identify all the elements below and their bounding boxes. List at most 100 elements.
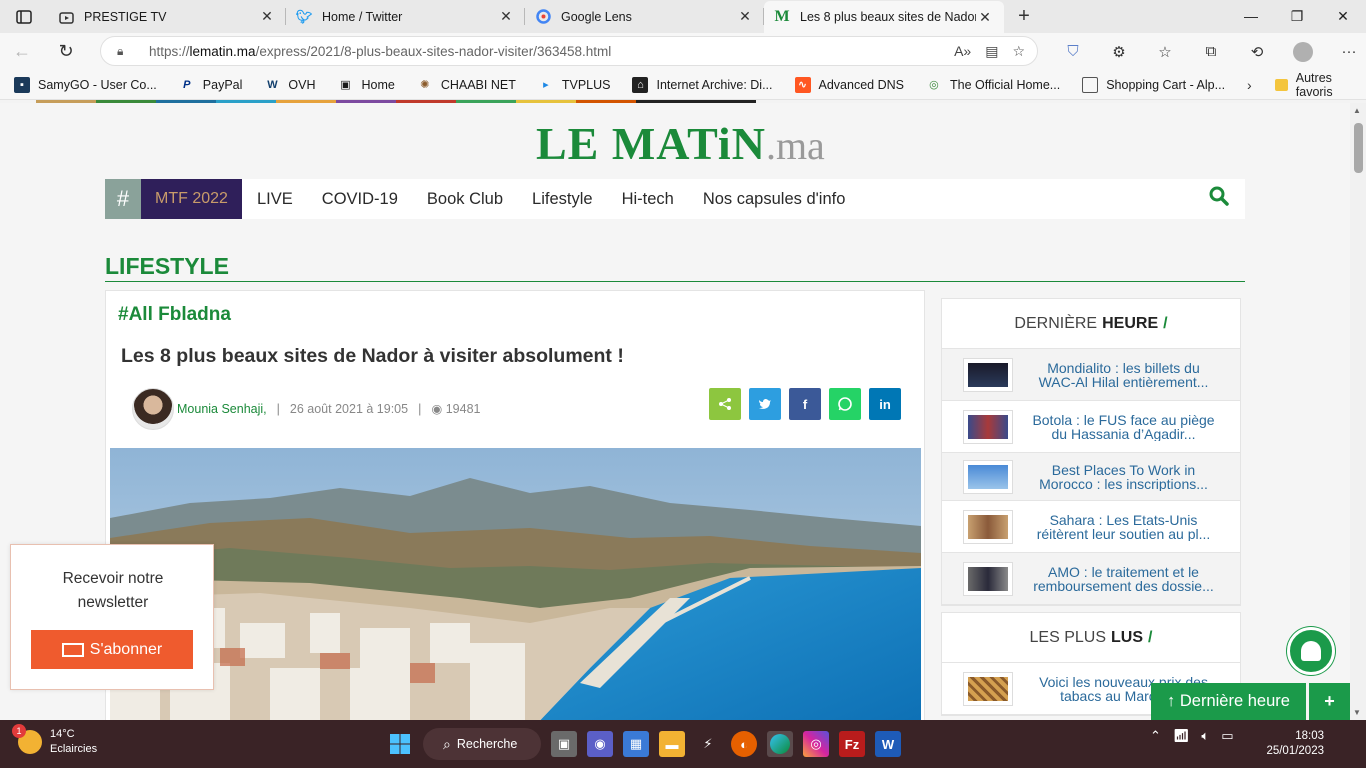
battery-icon[interactable]: ▭ xyxy=(1221,728,1233,744)
other-favorites-folder[interactable]: Autres favoris xyxy=(1275,71,1356,99)
shield-icon[interactable]: ⛉ xyxy=(1050,43,1096,60)
more-menu-icon[interactable]: ··· xyxy=(1326,43,1366,60)
notification-bell-icon[interactable] xyxy=(1287,627,1335,675)
bookmark-home[interactable]: ▣ Home xyxy=(337,77,395,93)
start-icon[interactable] xyxy=(387,731,413,757)
close-tab-icon[interactable]: ✕ xyxy=(258,8,276,25)
bookmark-official-home[interactable]: ◎ The Official Home... xyxy=(926,77,1060,93)
address-bar[interactable]: 🔒︎ https://lematin.ma/express/2021/8-plu… xyxy=(100,36,1038,66)
profile-avatar[interactable] xyxy=(1293,41,1313,62)
nav-item-hi-tech[interactable]: Hi-tech xyxy=(622,190,674,209)
wifi-icon[interactable]: 📶︎ xyxy=(1173,728,1190,744)
author-avatar[interactable] xyxy=(132,388,174,430)
news-item[interactable]: AMO : le traitement et le remboursement d… xyxy=(942,553,1240,605)
bookmark-ovh[interactable]: W OVH xyxy=(264,77,315,93)
bookmark-chaabi-net[interactable]: ✺ CHAABI NET xyxy=(417,77,516,93)
nav-item-covid-19[interactable]: COVID-19 xyxy=(322,190,398,209)
favorites-icon[interactable]: ☆ xyxy=(1142,43,1188,61)
latest-news-button[interactable]: ↑ Dernière heure xyxy=(1151,683,1306,720)
back-button[interactable]: ← xyxy=(0,41,44,62)
latest-news-header: DERNIÈRE HEURE / xyxy=(942,299,1240,349)
folder-icon xyxy=(1275,78,1288,91)
tvplus-icon: ▸ xyxy=(543,79,549,91)
bookmark-advanced-dns[interactable]: ∿ Advanced DNS xyxy=(794,76,904,93)
linkedin-share-icon[interactable]: in xyxy=(869,388,901,420)
bookmark-tvplus[interactable]: ▸ TVPLUS xyxy=(538,77,610,93)
close-tab-icon[interactable]: ✕ xyxy=(736,8,754,25)
history-icon[interactable]: ⟲ xyxy=(1234,43,1280,61)
news-title[interactable]: Sahara : Les Etats-Unis réitèrent leur so… xyxy=(1013,513,1240,541)
extensions-icon[interactable]: ⚙ xyxy=(1096,43,1142,61)
author-name[interactable]: Mounia Senhaji, xyxy=(177,402,267,416)
immersive-reader-icon[interactable]: ▤ xyxy=(985,43,998,60)
nav-item-live[interactable]: LIVE xyxy=(257,190,293,209)
file-explorer-icon[interactable]: ▬ xyxy=(659,731,685,757)
expand-plus-button[interactable]: + xyxy=(1309,683,1350,720)
minimize-icon[interactable]: — xyxy=(1228,8,1274,25)
news-title[interactable]: Best Places To Work in Morocco : les insc… xyxy=(1013,463,1240,491)
collections-icon[interactable]: ⧉ xyxy=(1188,43,1234,60)
nav-item-mtf-2022[interactable]: MTF 2022 xyxy=(141,179,242,219)
nav-item-capsules[interactable]: Nos capsules d'info xyxy=(703,190,846,209)
filezilla-icon[interactable]: Fz xyxy=(839,731,865,757)
add-favorite-icon[interactable]: ☆ xyxy=(1012,43,1025,60)
volume-icon[interactable]: 🔈︎ xyxy=(1201,728,1209,744)
bookmark-shopping-cart[interactable]: Shopping Cart - Alp... xyxy=(1082,76,1225,93)
scroll-down-icon[interactable]: ▼ xyxy=(1353,708,1361,717)
bookmark-paypal[interactable]: P PayPal xyxy=(179,77,242,93)
news-title[interactable]: Botola : le FUS face au piège du Hassania… xyxy=(1013,413,1240,441)
instagram-icon[interactable]: ◎ xyxy=(803,731,829,757)
bookmark-samygo[interactable]: ▪ SamyGO - User Co... xyxy=(14,76,157,93)
scroll-up-icon[interactable]: ▲ xyxy=(1353,106,1361,115)
task-view-icon[interactable]: ▣ xyxy=(551,731,577,757)
tab-google-lens[interactable]: Google Lens ✕ xyxy=(525,0,764,33)
chevron-up-icon[interactable]: ⌃ xyxy=(1150,728,1161,744)
nav-item-lifestyle[interactable]: Lifestyle xyxy=(532,190,593,209)
bookmarks-bar: ▪ SamyGO - User Co... P PayPal W OVH ▣ Home … xyxy=(0,70,1366,100)
bookmark-internet-archive[interactable]: ⌂ Internet Archive: Di... xyxy=(632,76,773,93)
page-scrollbar[interactable]: ▲ ▼ xyxy=(1350,103,1366,720)
tab-twitter[interactable]: 🐦︎ Home / Twitter ✕ xyxy=(286,0,525,33)
twitter-share-icon[interactable] xyxy=(749,388,781,420)
scrollbar-thumb[interactable] xyxy=(1354,123,1363,173)
maximize-icon[interactable]: ❐ xyxy=(1274,8,1320,25)
search-icon[interactable] xyxy=(1209,186,1229,212)
tab-lematin[interactable]: M Les 8 plus beaux sites de Nador à ✕ xyxy=(764,0,1004,34)
site-logo[interactable]: LE MATiN.ma xyxy=(536,117,825,170)
teams-chat-icon[interactable]: ◉ xyxy=(587,731,613,757)
page-icon xyxy=(1082,76,1099,93)
share-icon[interactable] xyxy=(709,388,741,420)
news-title[interactable]: AMO : le traitement et le remboursement d… xyxy=(1013,565,1240,593)
close-window-icon[interactable]: ✕ xyxy=(1320,8,1366,25)
meta-separator: | xyxy=(276,401,280,416)
edge-icon[interactable] xyxy=(767,731,793,757)
tab-actions-button[interactable] xyxy=(0,0,48,33)
news-item[interactable]: Mondialito : les billets du WAC-Al Hilal … xyxy=(942,349,1240,401)
article-tag[interactable]: #All Fbladna xyxy=(118,304,231,326)
news-item[interactable]: Best Places To Work in Morocco : les insc… xyxy=(942,453,1240,501)
taskbar-search[interactable]: ⌕ Recherche xyxy=(423,728,541,760)
tab-prestige-tv[interactable]: PRESTIGE TV ✕ xyxy=(48,0,286,33)
chevron-right-icon[interactable]: › xyxy=(1247,77,1263,93)
news-item[interactable]: Sahara : Les Etats-Unis réitèrent leur so… xyxy=(942,501,1240,553)
weather-widget[interactable]: 1 14°C Eclaircies xyxy=(12,724,97,757)
close-tab-icon[interactable]: ✕ xyxy=(976,9,994,26)
facebook-share-icon[interactable]: f xyxy=(789,388,821,420)
twitter-icon: 🐦︎ xyxy=(295,8,313,24)
hashtag-button[interactable]: # xyxy=(105,179,141,219)
read-aloud-icon[interactable]: A» xyxy=(954,43,971,60)
store-icon[interactable]: ▦ xyxy=(623,731,649,757)
whatsapp-share-icon[interactable] xyxy=(829,388,861,420)
firefox-icon[interactable]: ◐ xyxy=(731,731,757,757)
news-item[interactable]: Botola : le FUS face au piège du Hassania… xyxy=(942,401,1240,453)
new-tab-button[interactable]: + xyxy=(1004,5,1044,28)
reload-button[interactable]: ↻ xyxy=(44,41,88,62)
app-icon[interactable]: ⚡ xyxy=(695,731,721,757)
subscribe-button[interactable]: S'abonner xyxy=(31,630,193,669)
clock[interactable]: 18:03 25/01/2023 xyxy=(1264,729,1324,759)
news-title[interactable]: Mondialito : les billets du WAC-Al Hilal … xyxy=(1013,361,1240,389)
lock-icon[interactable]: 🔒︎ xyxy=(117,44,137,59)
nav-item-book-club[interactable]: Book Club xyxy=(427,190,503,209)
close-tab-icon[interactable]: ✕ xyxy=(497,8,515,25)
word-icon[interactable]: W xyxy=(875,731,901,757)
